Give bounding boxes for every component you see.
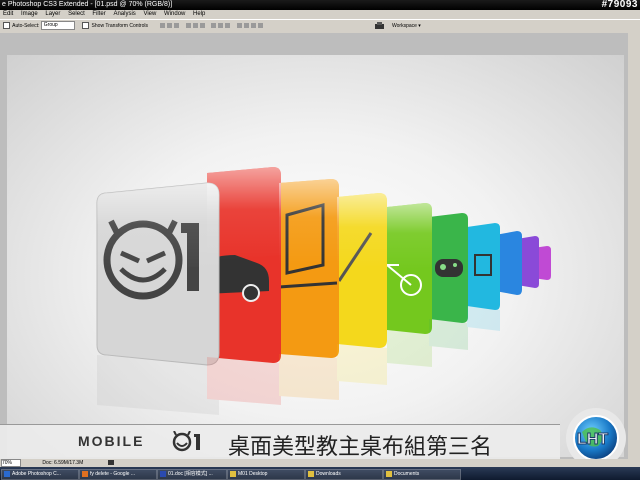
folder-icon bbox=[230, 470, 236, 477]
banner-m01-logo-icon bbox=[172, 431, 200, 452]
align-top-icon[interactable] bbox=[160, 23, 166, 29]
menu-analysis[interactable]: Analysis bbox=[110, 10, 138, 19]
menu-layer[interactable]: Layer bbox=[42, 10, 63, 19]
photoshop-app-icon bbox=[4, 470, 10, 477]
menu-select[interactable]: Select bbox=[65, 10, 88, 19]
distribute-top-icon[interactable] bbox=[211, 23, 217, 29]
align-right-icon[interactable] bbox=[199, 23, 205, 29]
browser-app-icon bbox=[82, 470, 88, 477]
auto-select-dropdown[interactable]: Group bbox=[40, 21, 75, 31]
options-bar: Auto-Select: Group Show Transform Contro… bbox=[0, 19, 640, 34]
vertical-scrollbar[interactable] bbox=[628, 33, 640, 459]
svg-text:LHT: LHT bbox=[577, 431, 608, 448]
taskbar-item-photoshop[interactable]: Adobe Photoshop C... bbox=[1, 469, 79, 480]
align-bottom-icon[interactable] bbox=[174, 23, 180, 29]
transform-checkbox[interactable] bbox=[82, 22, 90, 30]
watermark-text: #79093 bbox=[601, 0, 638, 10]
wallpaper-artwork bbox=[96, 167, 551, 415]
card-teal-green bbox=[429, 213, 468, 323]
menu-window[interactable]: Window bbox=[161, 10, 188, 19]
banner-mobile-text: MOBILE bbox=[78, 433, 145, 449]
taskbar-item-desktop[interactable]: M01 Desktop bbox=[227, 469, 305, 480]
window-title: e Photoshop CS3 Extended - [01.psd @ 70%… bbox=[2, 1, 173, 8]
taskbar-item-documents[interactable]: Documents bbox=[383, 469, 461, 480]
menu-edit[interactable]: Edit bbox=[0, 10, 16, 19]
taskbar-item-google[interactable]: fy delete - Google ... bbox=[79, 469, 157, 480]
align-left-icon[interactable] bbox=[185, 23, 191, 29]
status-bar: 70% Doc: 6.59M/17.3M bbox=[0, 459, 640, 467]
menu-bar: Edit Image Layer Select Filter Analysis … bbox=[0, 10, 640, 19]
taskbar-item-word[interactable]: 01.doc [相容模式] ... bbox=[157, 469, 227, 480]
menu-image[interactable]: Image bbox=[18, 10, 41, 19]
gamepad-icon bbox=[435, 259, 463, 277]
workspace-area bbox=[0, 33, 640, 459]
word-app-icon bbox=[160, 470, 166, 477]
taskbar-item-downloads[interactable]: Downloads bbox=[305, 469, 383, 480]
menu-filter[interactable]: Filter bbox=[89, 10, 108, 19]
taskbar: Adobe Photoshop C... fy delete - Google … bbox=[0, 467, 640, 480]
align-middle-icon[interactable] bbox=[167, 23, 173, 29]
menu-help[interactable]: Help bbox=[190, 10, 208, 19]
doc-size: Doc: 6.59M/17.3M bbox=[42, 460, 84, 466]
auto-select-label: Auto-Select: bbox=[12, 23, 40, 29]
distribute-right-icon[interactable] bbox=[250, 23, 256, 29]
align-buttons bbox=[159, 23, 263, 29]
status-arrow-icon[interactable] bbox=[108, 460, 114, 465]
document-canvas[interactable] bbox=[7, 55, 624, 457]
auto-align-icon[interactable] bbox=[257, 23, 263, 29]
distribute-center-icon[interactable] bbox=[243, 23, 249, 29]
banner-title: 桌面美型教主桌布組第三名 bbox=[228, 435, 493, 460]
folder-icon bbox=[308, 470, 314, 477]
menu-view[interactable]: View bbox=[140, 10, 159, 19]
card-cyan bbox=[467, 223, 500, 310]
align-center-icon[interactable] bbox=[192, 23, 198, 29]
distribute-left-icon[interactable] bbox=[236, 23, 242, 29]
title-banner: MOBILE 桌面美型教主桌布組第三名 bbox=[0, 424, 560, 460]
workspace-menu[interactable]: Workspace ▾ bbox=[392, 20, 421, 33]
transform-label: Show Transform Controls bbox=[91, 23, 148, 29]
zoom-field[interactable]: 70% bbox=[1, 459, 21, 467]
folder-icon bbox=[386, 470, 392, 477]
workspace-icon[interactable] bbox=[375, 20, 384, 33]
auto-select-checkbox[interactable] bbox=[3, 22, 10, 30]
distribute-bottom-icon[interactable] bbox=[225, 23, 231, 29]
distribute-middle-icon[interactable] bbox=[218, 23, 224, 29]
title-bar: e Photoshop CS3 Extended - [01.psd @ 70%… bbox=[0, 0, 640, 10]
